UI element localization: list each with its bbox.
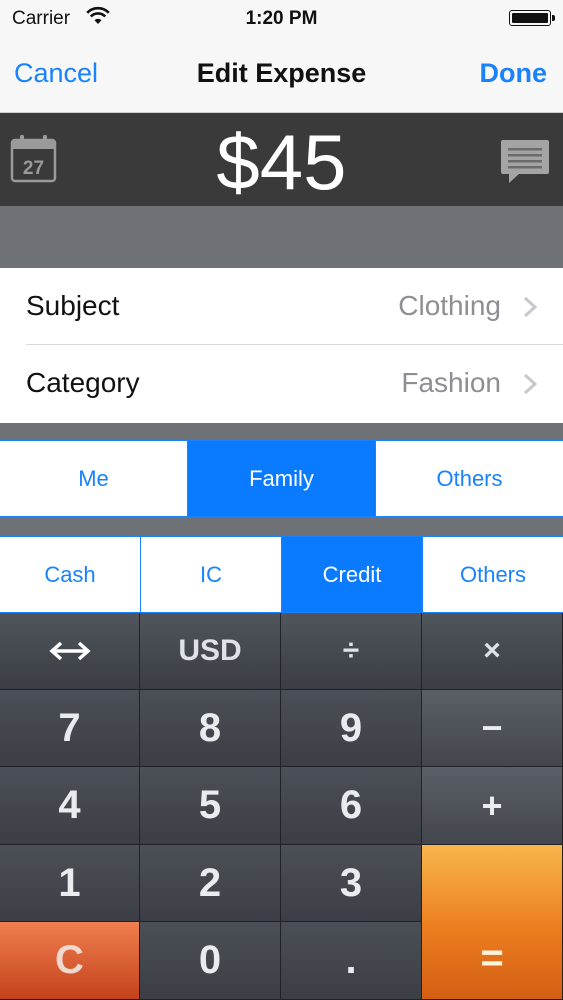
multiply-key[interactable]: × <box>422 613 563 690</box>
done-button[interactable]: Done <box>480 58 548 89</box>
section-spacer <box>0 517 563 536</box>
equals-key[interactable]: = <box>422 845 563 1000</box>
digit-0-key[interactable]: 0 <box>140 922 281 1000</box>
digit-9-key[interactable]: 9 <box>281 690 422 767</box>
category-row[interactable]: Category Fashion <box>0 345 563 422</box>
subject-value: Clothing <box>398 290 501 321</box>
section-spacer <box>0 423 563 440</box>
subject-row[interactable]: Subject Clothing <box>0 268 563 345</box>
currency-key[interactable]: USD <box>140 613 281 690</box>
amount-bar: 27 $45 <box>0 113 563 206</box>
divide-key[interactable]: ÷ <box>281 613 422 690</box>
digit-2-key[interactable]: 2 <box>140 845 281 922</box>
digit-1-key[interactable]: 1 <box>0 845 140 922</box>
segment-family[interactable]: Family <box>188 441 376 516</box>
swap-arrows-icon <box>48 641 91 661</box>
status-bar: Carrier 1:20 PM <box>0 0 563 36</box>
chevron-right-icon <box>523 373 537 395</box>
segment-others[interactable]: Others <box>423 537 563 612</box>
note-bubble-icon[interactable] <box>499 137 551 187</box>
subject-label: Subject <box>26 290 120 321</box>
segment-cash[interactable]: Cash <box>0 537 141 612</box>
digit-7-key[interactable]: 7 <box>0 690 140 767</box>
digit-6-key[interactable]: 6 <box>281 767 422 845</box>
clock: 1:20 PM <box>245 8 318 29</box>
digit-5-key[interactable]: 5 <box>140 767 281 845</box>
calculator-keypad: USD ÷ × 7 8 9 − 4 5 6 + 1 2 3 = C 0 . <box>0 613 563 1000</box>
digit-4-key[interactable]: 4 <box>0 767 140 845</box>
segment-credit[interactable]: Credit <box>282 537 423 612</box>
battery-icon <box>509 10 555 26</box>
chevron-right-icon <box>523 296 537 318</box>
segment-ic[interactable]: IC <box>141 537 282 612</box>
clear-key[interactable]: C <box>0 922 140 1000</box>
digit-3-key[interactable]: 3 <box>281 845 422 922</box>
segment-others[interactable]: Others <box>376 441 563 516</box>
payment-method-segmented-control: Cash IC Credit Others <box>0 536 563 613</box>
section-spacer <box>0 206 563 268</box>
segment-me[interactable]: Me <box>0 441 188 516</box>
category-value: Fashion <box>401 367 501 398</box>
swap-key[interactable] <box>0 613 140 690</box>
payer-segmented-control: Me Family Others <box>0 440 563 517</box>
expense-amount: $45 <box>216 118 347 206</box>
minus-key[interactable]: − <box>422 690 563 767</box>
plus-key[interactable]: + <box>422 767 563 845</box>
expense-details-table: Subject Clothing Category Fashion <box>0 268 563 423</box>
digit-8-key[interactable]: 8 <box>140 690 281 767</box>
navigation-bar: Cancel Edit Expense Done <box>0 36 563 113</box>
category-label: Category <box>26 367 140 398</box>
decimal-key[interactable]: . <box>281 922 422 1000</box>
